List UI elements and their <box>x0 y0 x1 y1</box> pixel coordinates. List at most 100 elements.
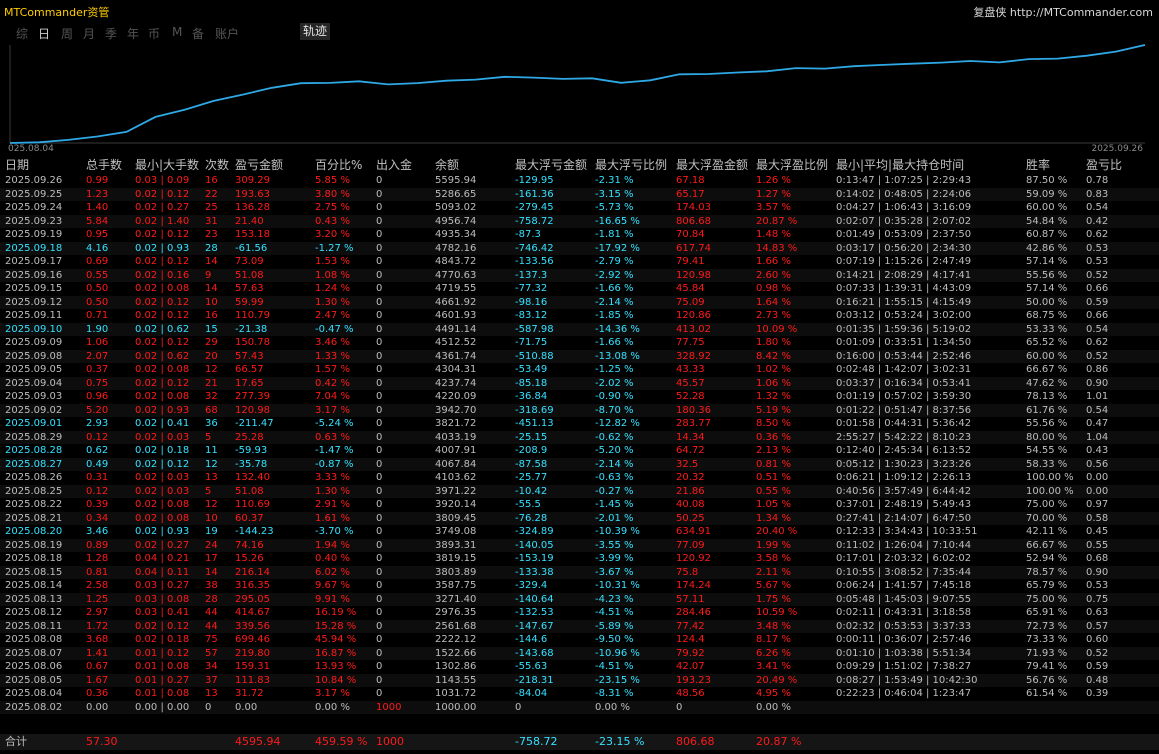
cell-7: 4956.74 <box>435 215 477 227</box>
cell-0: 2025.08.06 <box>5 661 63 672</box>
total-row: 合计 57.30 4595.94 459.59 % 1000 -758.72 -… <box>0 734 1159 750</box>
period-tab-9[interactable]: 账户 <box>215 25 239 42</box>
table-row[interactable]: 2025.08.05 1.67 0.01 | 0.27 37 111.83 10.84 %… <box>0 673 1159 687</box>
table-row[interactable]: 2025.08.28 0.62 0.02 | 0.18 11 -59.93 -1.47 %… <box>0 444 1159 458</box>
table-row[interactable]: 2025.09.16 0.55 0.02 | 0.16 9 51.08 1.08 % 0 47… <box>0 268 1159 282</box>
cell-6: 0 <box>376 337 383 348</box>
period-tab-0[interactable]: 综 <box>16 25 28 42</box>
table-row[interactable]: 2025.09.24 1.40 0.02 | 0.27 25 136.28 2.75 % 0… <box>0 201 1159 215</box>
period-tab-8[interactable]: 备 <box>192 25 204 42</box>
table-row[interactable]: 2025.08.27 0.49 0.02 | 0.12 12 -35.78 -0.87 %… <box>0 457 1159 471</box>
cell-13: 55.56 % <box>1026 418 1068 429</box>
cell-1: 0.39 <box>86 499 109 510</box>
table-row[interactable]: 2025.08.07 1.41 0.01 | 0.12 57 219.80 16.87 %… <box>0 646 1159 660</box>
header-0[interactable]: 日期 <box>5 157 29 174</box>
table-row[interactable]: 2025.09.25 1.23 0.02 | 0.12 22 193.63 3.80 % 0… <box>0 187 1159 201</box>
cell-3: 24 <box>205 539 218 551</box>
header-9[interactable]: 最大浮亏比例 <box>595 157 667 174</box>
table-row[interactable]: 2025.09.12 0.50 0.02 | 0.12 10 59.99 1.30 % 0 4… <box>0 295 1159 309</box>
table-row[interactable]: 2025.08.08 3.68 0.02 | 0.18 75 699.46 45.94 %… <box>0 633 1159 647</box>
table-row[interactable]: 2025.08.15 0.81 0.04 | 0.11 14 216.14 6.02 % 0… <box>0 565 1159 579</box>
table-row[interactable]: 2025.09.19 0.95 0.02 | 0.12 23 153.18 3.20 % 0… <box>0 228 1159 242</box>
cell-8: -25.15 <box>515 431 548 443</box>
table-row[interactable]: 2025.09.03 0.96 0.02 | 0.08 32 277.39 7.04 % 0… <box>0 390 1159 404</box>
cell-10: 174.03 <box>676 202 711 213</box>
header-5[interactable]: 百分比% <box>315 157 362 174</box>
table-row[interactable]: 2025.08.22 0.39 0.02 | 0.08 12 110.69 2.91 % 0… <box>0 498 1159 512</box>
cell-1: 0.00 <box>86 701 109 713</box>
table-row[interactable]: 2025.08.18 1.28 0.04 | 0.21 17 15.26 0.40 % 0 3… <box>0 552 1159 566</box>
table-row[interactable]: 2025.09.23 5.84 0.02 | 1.40 31 21.40 0.43 % 0 4… <box>0 214 1159 228</box>
header-12[interactable]: 最小|平均|最大持仓时间 <box>836 157 964 174</box>
table-row[interactable]: 2025.09.08 2.07 0.02 | 0.62 20 57.43 1.33 % 0 4… <box>0 349 1159 363</box>
table-row[interactable]: 2025.09.17 0.69 0.02 | 0.12 14 73.09 1.53 % 0 4… <box>0 255 1159 269</box>
cell-12: 0:06:24 | 1:41:57 | 7:45:18 <box>836 580 972 591</box>
table-row[interactable]: 2025.09.26 0.99 0.03 | 0.09 16 309.29 5.85 % 0… <box>0 174 1159 188</box>
table-row[interactable]: 2025.08.04 0.36 0.01 | 0.08 13 31.72 3.17 % 0 1… <box>0 687 1159 701</box>
equity-chart-svg <box>9 44 1146 144</box>
header-6[interactable]: 出入金 <box>376 157 412 174</box>
table-row[interactable]: 2025.09.11 0.71 0.02 | 0.12 16 110.79 2.47 % 0… <box>0 309 1159 323</box>
cell-14: 0.97 <box>1086 499 1109 510</box>
header-2[interactable]: 最小|大手数 <box>135 157 199 174</box>
table-row[interactable]: 2025.08.26 0.31 0.02 | 0.03 13 132.40 3.33 % 0… <box>0 471 1159 485</box>
header-4[interactable]: 盈亏金额 <box>235 157 283 174</box>
table-row[interactable]: 2025.08.21 0.34 0.02 | 0.08 10 60.37 1.61 % 0 3… <box>0 511 1159 525</box>
table-row[interactable]: 2025.08.20 3.46 0.02 | 0.93 19 -144.23 -3.70 … <box>0 525 1159 539</box>
cell-3: 22 <box>205 188 218 200</box>
brand-link[interactable]: 复盘侠 http://MTCommander.com <box>973 4 1153 20</box>
period-tab-1[interactable]: 日 <box>38 25 50 42</box>
period-tab-4[interactable]: 季 <box>105 25 117 42</box>
period-tab-6[interactable]: 币 <box>148 25 160 42</box>
period-tab-5[interactable]: 年 <box>127 25 139 42</box>
cell-14: 1.04 <box>1086 431 1109 443</box>
table-row[interactable]: 2025.08.06 0.67 0.01 | 0.08 34 159.31 13.93 %… <box>0 660 1159 674</box>
cell-6: 0 <box>376 512 383 524</box>
cell-10: 77.09 <box>676 539 705 551</box>
header-8[interactable]: 最大浮亏金额 <box>515 157 587 174</box>
table-row[interactable]: 2025.08.12 2.97 0.03 | 0.41 44 414.67 16.19 %… <box>0 606 1159 620</box>
table-row[interactable]: 2025.09.18 4.16 0.02 | 0.93 28 -61.56 -1.27 %… <box>0 241 1159 255</box>
total-lots: 57.30 <box>86 735 118 748</box>
table-row[interactable]: 2025.08.13 1.25 0.03 | 0.08 28 295.05 9.91 % 0… <box>0 592 1159 606</box>
cell-9: -12.82 % <box>595 418 640 429</box>
period-tab-2[interactable]: 周 <box>61 25 73 42</box>
table-row[interactable]: 2025.09.02 5.20 0.02 | 0.93 68 120.98 3.17 % 0… <box>0 403 1159 417</box>
table-row[interactable]: 2025.09.09 1.06 0.02 | 0.12 29 150.78 3.46 % 0… <box>0 336 1159 350</box>
table-row[interactable]: 2025.08.19 0.89 0.02 | 0.27 24 74.16 1.94 % 0 3… <box>0 538 1159 552</box>
table-row[interactable]: 2025.08.11 1.72 0.02 | 0.12 44 339.56 15.28 %… <box>0 619 1159 633</box>
cell-9: -0.27 % <box>595 485 634 497</box>
cell-10: 193.23 <box>676 674 711 686</box>
table-row[interactable]: 2025.09.04 0.75 0.02 | 0.12 21 17.65 0.42 % 0 4… <box>0 376 1159 390</box>
cell-8: -87.58 <box>515 458 548 470</box>
table-row[interactable]: 2025.08.29 0.12 0.02 | 0.03 5 25.28 0.63 % 0 40… <box>0 430 1159 444</box>
header-11[interactable]: 最大浮盈比例 <box>756 157 828 174</box>
cell-14: 0.86 <box>1086 364 1109 375</box>
cell-12: 0:01:09 | 0:33:51 | 1:34:50 <box>836 337 972 348</box>
cell-8: -587.98 <box>515 323 554 335</box>
table-row[interactable]: 2025.08.25 0.12 0.02 | 0.03 5 51.08 1.30 % 0 39… <box>0 484 1159 498</box>
period-tab-7[interactable]: M <box>172 25 182 39</box>
cell-12: 0:07:19 | 1:15:26 | 2:47:49 <box>836 256 972 267</box>
cell-5: 1.61 % <box>315 512 350 524</box>
header-7[interactable]: 余额 <box>435 157 459 174</box>
header-14[interactable]: 盈亏比 <box>1086 157 1122 174</box>
header-1[interactable]: 总手数 <box>86 157 122 174</box>
table-row[interactable]: 2025.09.01 2.93 0.02 | 0.41 36 -211.47 -5.24 … <box>0 417 1159 431</box>
header-13[interactable]: 胜率 <box>1026 157 1050 174</box>
table-row[interactable]: 2025.09.10 1.90 0.02 | 0.62 15 -21.38 -0.47 %… <box>0 322 1159 336</box>
cell-0: 2025.08.25 <box>5 485 63 497</box>
cell-14: 0.52 <box>1086 269 1109 281</box>
trace-button[interactable]: 轨迹 <box>300 23 330 40</box>
cell-9: -2.14 % <box>595 458 634 470</box>
cell-1: 2.93 <box>86 418 109 429</box>
table-row[interactable]: 2025.09.15 0.50 0.02 | 0.08 14 57.63 1.24 % 0 4… <box>0 282 1159 296</box>
cell-5: -1.27 % <box>315 242 354 254</box>
table-row[interactable]: 2025.08.14 2.58 0.03 | 0.27 38 316.35 9.67 % 0… <box>0 579 1159 593</box>
period-tab-3[interactable]: 月 <box>83 25 95 42</box>
table-row[interactable]: 2025.08.02 0.00 0.00 | 0.00 0 0.00 0.00 % 1000… <box>0 700 1159 714</box>
table-row[interactable]: 2025.09.05 0.37 0.02 | 0.08 12 66.57 1.57 % 0 4… <box>0 363 1159 377</box>
header-3[interactable]: 次数 <box>205 157 229 174</box>
cell-1: 0.50 <box>86 296 109 308</box>
header-10[interactable]: 最大浮盈金额 <box>676 157 748 174</box>
